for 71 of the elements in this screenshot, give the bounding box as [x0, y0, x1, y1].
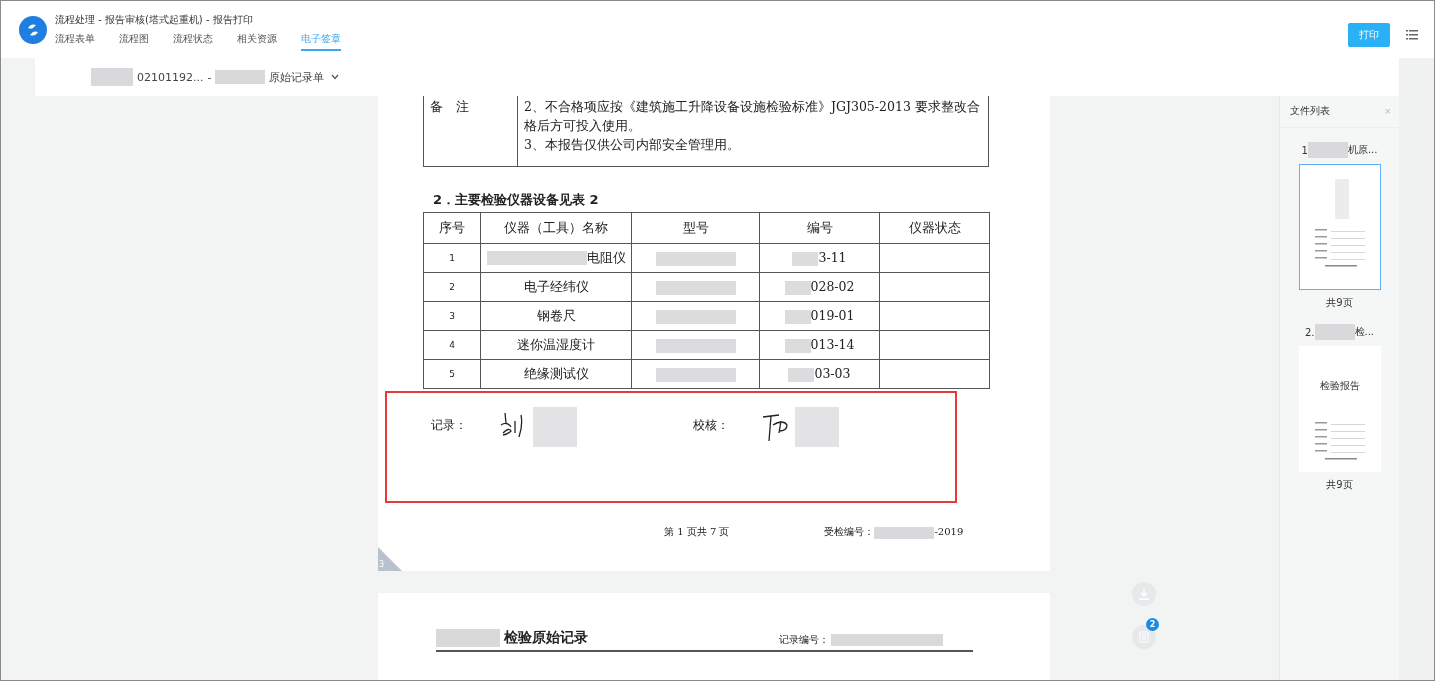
table-cell: 钢卷尺	[536, 307, 576, 323]
page-count: 第 1 页共 7 页	[664, 525, 730, 539]
section-title: 2．主要检验仪器设备见表 2	[433, 191, 600, 209]
page-title: 检验原始记录	[504, 629, 588, 647]
table-cell: 03-03	[814, 366, 851, 382]
table-cell: 5	[423, 359, 481, 389]
column-header: 编号	[759, 212, 880, 244]
column-header: 序号	[423, 212, 481, 244]
redacted-block	[215, 70, 266, 84]
document-button[interactable]	[1132, 625, 1156, 649]
table-cell: 备 注	[423, 96, 518, 167]
redacted-block	[784, 309, 811, 324]
table-cell: 1	[423, 243, 481, 273]
table-cell: 迷你温湿度计	[517, 336, 595, 352]
table-cell: 019-01	[810, 308, 855, 324]
table-cell: 电子经纬仪	[523, 278, 589, 294]
menu-icon[interactable]	[1406, 28, 1418, 41]
redacted-block	[533, 407, 577, 447]
file-name[interactable]: 1	[1301, 144, 1308, 156]
table-cell: 3	[423, 301, 481, 331]
column-header: 型号	[631, 212, 760, 244]
redacted-block	[795, 407, 839, 447]
redacted-block	[792, 251, 819, 266]
field-label: 受检编号：	[824, 526, 875, 537]
table-cell: 4	[423, 330, 481, 360]
page-thumbnail-drawing	[1314, 421, 1365, 461]
table-cell: 028-02	[810, 279, 855, 295]
table-cell: 2	[423, 272, 481, 302]
page-corner-icon	[378, 547, 402, 571]
table-cell: 3-11	[818, 250, 847, 266]
redacted-block	[874, 526, 935, 539]
page-index: 3	[379, 560, 385, 569]
tab[interactable]: 流程状态	[173, 32, 213, 51]
redacted-block	[1307, 142, 1348, 158]
download-icon	[1138, 588, 1150, 600]
tab[interactable]: 流程图	[119, 32, 149, 51]
file-thumbnail[interactable]: 检验报告	[1298, 346, 1381, 472]
inspection-number: -2019	[934, 526, 964, 537]
window-title: 流程处理 - 报告审核(塔式起重机) - 报告打印	[55, 12, 254, 27]
signature-label: 记录：	[431, 417, 467, 434]
file-name[interactable]: 机原...	[1347, 143, 1378, 157]
file-thumbnail[interactable]	[1298, 164, 1381, 290]
document-number: 02101192...	[137, 70, 204, 84]
caret-icon[interactable]	[331, 74, 340, 80]
table-cell: 绝缘测试仪	[523, 365, 589, 381]
signature-label: 校核：	[693, 417, 729, 434]
page-count: 共9页	[1326, 296, 1353, 310]
page-count: 共9页	[1326, 478, 1353, 492]
column-header: 仪器状态	[879, 212, 990, 244]
redacted-block	[436, 629, 500, 647]
redacted-block	[91, 68, 133, 86]
tab[interactable]: 流程表单	[55, 32, 95, 51]
document-icon	[1138, 631, 1150, 643]
separator-text: -	[207, 70, 212, 84]
table-cell: 电阻仪	[586, 249, 626, 265]
column-header: 仪器（工具）名称	[480, 212, 632, 244]
redacted-block	[1314, 324, 1355, 340]
panel-title: 文件列表	[1290, 104, 1330, 118]
table-cell: 2、不合格项应按《建筑施工升降设备设施检验标准》JGJ305-2013 要求整改合格后方可投入使用。 3、本报告仅供公司内部安全管理用。	[517, 96, 989, 167]
document-name[interactable]: 原始记录单	[269, 69, 325, 85]
thumbnail-title: 检验报告	[1319, 379, 1360, 393]
tab[interactable]: 相关资源	[237, 32, 277, 51]
field-label: 记录编号：	[779, 633, 829, 647]
count-badge: 2	[1146, 618, 1159, 631]
file-name[interactable]: 检...	[1354, 325, 1375, 339]
logo-icon	[19, 15, 47, 44]
table-cell: 013-14	[810, 337, 855, 353]
redacted-block	[784, 280, 811, 295]
redacted-block	[788, 367, 815, 382]
file-name[interactable]: 2.	[1304, 326, 1315, 338]
redacted-block	[784, 338, 811, 353]
